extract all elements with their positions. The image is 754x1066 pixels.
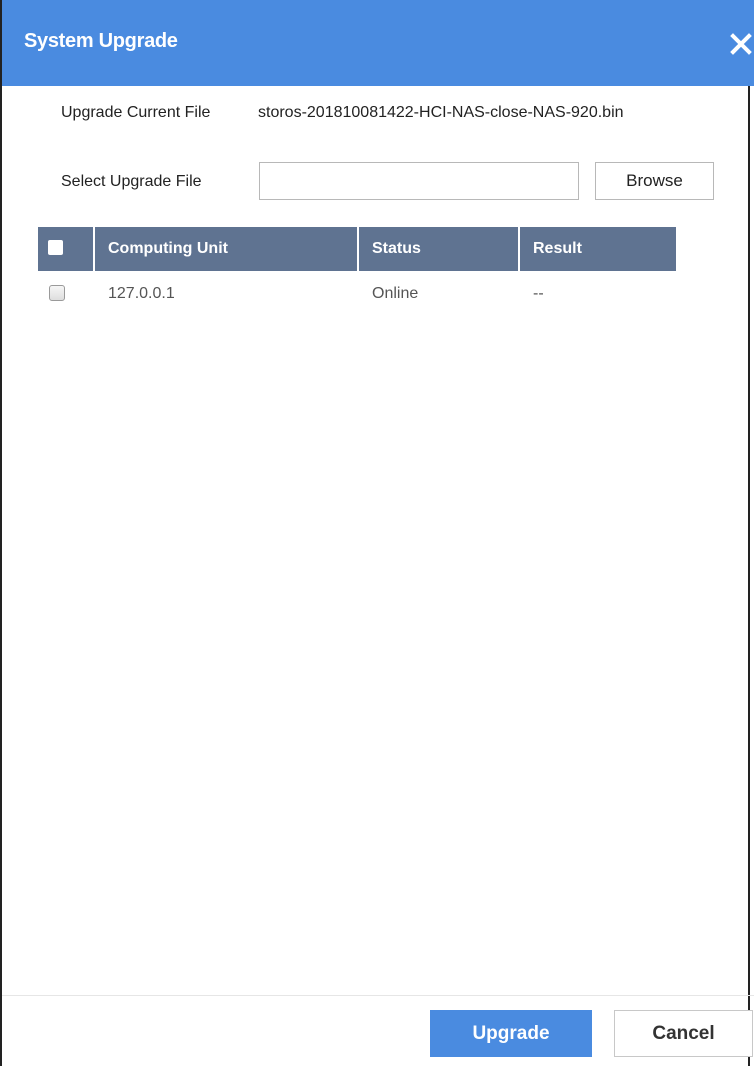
upgrade-file-input[interactable]	[259, 162, 579, 200]
row-checkbox[interactable]	[49, 285, 65, 301]
column-divider	[93, 227, 95, 271]
close-icon[interactable]	[729, 32, 753, 56]
browse-button[interactable]: Browse	[595, 162, 714, 200]
current-file-value: storos-201810081422-HCI-NAS-close-NAS-92…	[258, 104, 624, 121]
dialog-titlebar: System Upgrade	[2, 0, 754, 86]
table-header: Computing Unit Status Result	[38, 227, 676, 271]
select-file-label: Select Upgrade File	[61, 173, 202, 190]
column-divider	[518, 227, 520, 271]
result-cell: --	[533, 285, 544, 302]
column-header-computing-unit[interactable]: Computing Unit	[108, 227, 228, 271]
dialog-title: System Upgrade	[24, 30, 178, 52]
select-all-checkbox[interactable]	[48, 240, 63, 255]
status-cell: Online	[372, 285, 419, 302]
upgrade-button[interactable]: Upgrade	[430, 1010, 592, 1057]
current-file-label: Upgrade Current File	[61, 104, 211, 121]
system-upgrade-dialog: System Upgrade Upgrade Current File stor…	[0, 0, 754, 1066]
column-divider	[357, 227, 359, 271]
footer-divider	[2, 995, 754, 996]
computing-unit-cell: 127.0.0.1	[108, 285, 175, 302]
cancel-button[interactable]: Cancel	[614, 1010, 753, 1057]
column-header-status[interactable]: Status	[372, 227, 421, 271]
column-header-result[interactable]: Result	[533, 227, 582, 271]
